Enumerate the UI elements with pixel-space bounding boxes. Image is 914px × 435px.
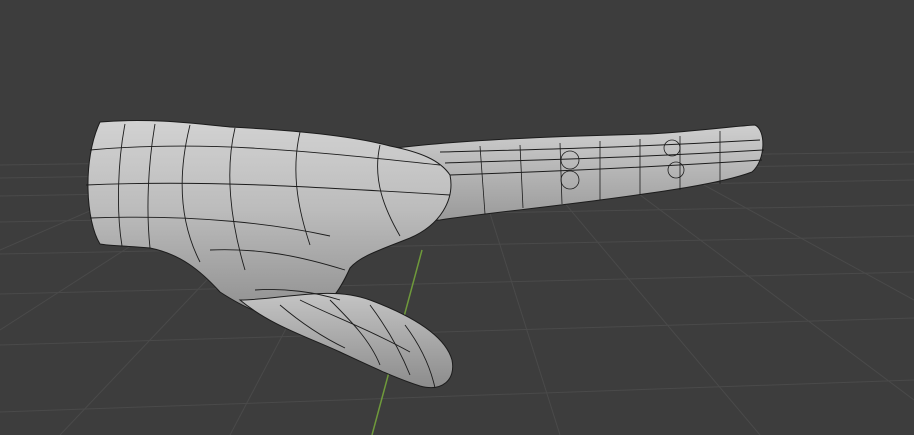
- viewport-canvas[interactable]: [0, 0, 914, 435]
- palm-mesh[interactable]: [87, 120, 452, 320]
- 3d-viewport[interactable]: [0, 0, 914, 435]
- hand-mesh[interactable]: [85, 120, 765, 389]
- thumb-mesh[interactable]: [238, 292, 454, 388]
